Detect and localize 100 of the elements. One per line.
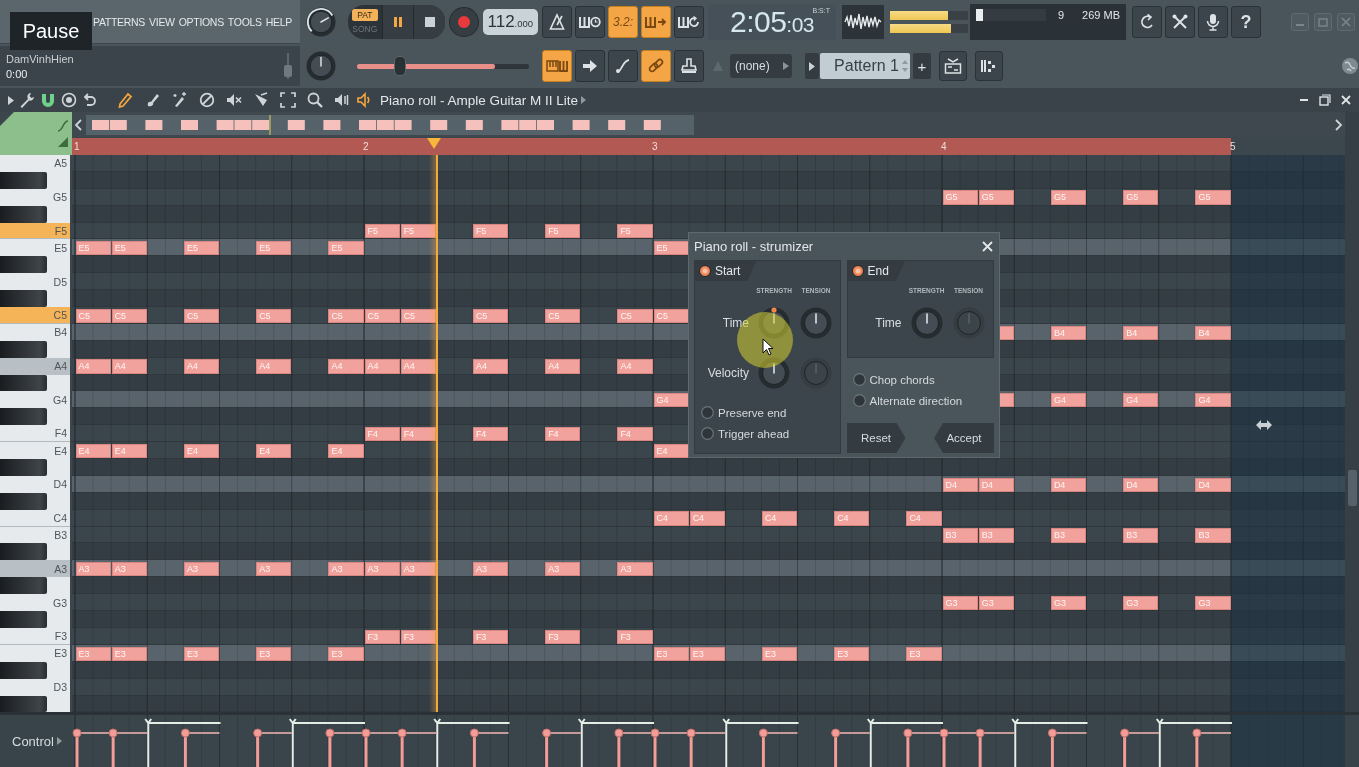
velocity-lane[interactable] [72, 715, 1345, 767]
piano-key[interactable]: D3 [0, 678, 70, 696]
piano-key[interactable]: B3 [0, 526, 70, 544]
hook-arrow-icon[interactable] [82, 92, 98, 108]
sharp-piano-key[interactable] [0, 543, 47, 561]
play-button[interactable] [381, 5, 414, 39]
option-toggle[interactable]: Alternate direction [852, 390, 963, 411]
select-frame-icon[interactable] [279, 91, 297, 109]
magnet-icon[interactable] [40, 92, 56, 108]
toolbar-button[interactable] [975, 51, 1003, 81]
toolbar-button[interactable] [542, 6, 572, 38]
restore-icon[interactable] [1319, 94, 1331, 106]
toolbar-button[interactable] [575, 6, 605, 38]
add-pattern-button[interactable]: + [913, 53, 931, 79]
bar-number: 3 [652, 141, 658, 152]
section-toggle[interactable]: End [847, 261, 905, 281]
menu-item[interactable]: VIEW [149, 15, 175, 28]
sharp-piano-key[interactable] [0, 171, 47, 189]
piano-key[interactable]: D5 [0, 273, 70, 291]
reset-button[interactable]: Reset [846, 423, 906, 453]
toolbar-button[interactable] [608, 50, 638, 82]
toolbar-button[interactable] [674, 50, 704, 82]
knob[interactable] [758, 357, 790, 389]
knob[interactable] [758, 307, 790, 339]
pitch-knob[interactable] [306, 51, 336, 81]
piano-key[interactable]: A3 [0, 560, 70, 578]
piano-roll-title: Piano roll - Ample Guitar M II Lite [380, 92, 579, 108]
caret-right-icon[interactable] [8, 95, 14, 105]
sharp-piano-key[interactable] [0, 661, 47, 679]
menu-item[interactable]: OPTIONS [178, 15, 224, 28]
piano-key[interactable]: E4 [0, 442, 70, 460]
piano-key[interactable]: G5 [0, 188, 70, 206]
volume-knob[interactable] [306, 7, 336, 37]
piano-key[interactable]: F5 [0, 222, 70, 240]
piano-key[interactable]: E5 [0, 239, 70, 257]
pencil-icon[interactable] [117, 91, 135, 109]
speaker-icon[interactable] [356, 92, 372, 108]
mini-note-overview[interactable] [86, 114, 694, 135]
toolbar-button[interactable] [1132, 6, 1162, 38]
channel-dropdown[interactable]: (none) [730, 54, 792, 78]
caret-right-icon[interactable] [56, 737, 62, 745]
accept-button[interactable]: Accept [934, 423, 994, 453]
pattern-menu-button[interactable] [805, 53, 819, 79]
toolbar-button[interactable]: 3.2: [608, 6, 638, 38]
sparkle-brush-icon[interactable] [171, 91, 189, 109]
slider-handle[interactable] [394, 55, 406, 76]
section-toggle[interactable]: Start [695, 261, 757, 281]
piano-key[interactable]: G4 [0, 391, 70, 409]
note: G4 [653, 393, 689, 408]
stop-button[interactable] [413, 5, 445, 39]
option-toggle[interactable]: Chop chords [852, 369, 935, 390]
piano-key[interactable]: G3 [0, 594, 70, 612]
piano-key[interactable]: E3 [0, 644, 70, 662]
help-button[interactable]: ? [1231, 6, 1261, 38]
piano-key[interactable]: D4 [0, 475, 70, 493]
piano-key[interactable]: C4 [0, 509, 70, 527]
control-lane-label[interactable]: Control [12, 733, 54, 749]
knob[interactable] [910, 307, 943, 339]
menu-item[interactable]: HELP [265, 15, 292, 28]
note: A3 [545, 562, 581, 577]
knob[interactable] [800, 307, 832, 339]
sharp-piano-key[interactable] [0, 256, 47, 274]
circle-target-icon[interactable] [61, 92, 77, 108]
record-icon [457, 16, 470, 28]
prohibited-icon[interactable] [198, 91, 216, 109]
sharp-piano-key[interactable] [0, 492, 47, 510]
note: A3 [328, 562, 364, 577]
sharp-piano-key[interactable] [0, 695, 47, 712]
toolbar-button[interactable] [1165, 6, 1195, 38]
menu-item[interactable]: TOOLS [227, 15, 262, 28]
pattern-field[interactable]: Pattern 1 [820, 53, 910, 79]
note: B3 [1123, 528, 1159, 543]
zoom-icon[interactable] [306, 91, 324, 109]
note: A3 [472, 562, 508, 577]
piano-key[interactable]: F4 [0, 425, 70, 443]
ramp-icon[interactable] [57, 135, 69, 148]
piano-key[interactable]: F3 [0, 627, 70, 645]
vertical-scrollbar[interactable] [1345, 112, 1359, 712]
sharp-piano-key[interactable] [0, 577, 47, 595]
menu-item[interactable]: PATTERNS [93, 15, 146, 28]
piano-key[interactable]: B4 [0, 323, 70, 341]
scrollbar-thumb[interactable] [1348, 470, 1357, 506]
option-toggle[interactable]: Trigger ahead [701, 423, 790, 444]
curve-icon[interactable] [57, 119, 69, 132]
toolbar-button[interactable] [575, 50, 605, 82]
mode-toggle[interactable]: PAT [351, 9, 378, 21]
note: F5 [400, 224, 436, 239]
toolbar-button[interactable] [939, 51, 967, 81]
sharp-piano-key[interactable] [0, 408, 47, 426]
sharp-piano-key[interactable] [0, 205, 47, 223]
toolbar-button[interactable] [674, 6, 704, 38]
sharp-piano-key[interactable] [0, 340, 47, 358]
caret-right-icon[interactable] [581, 96, 587, 104]
tempo-field[interactable]: 112.000 [482, 9, 538, 35]
toolbar-button[interactable] [1198, 6, 1228, 38]
piano-key[interactable]: A5 [0, 155, 70, 172]
piano-key[interactable]: A4 [0, 357, 70, 375]
wrench-icon[interactable] [19, 92, 35, 108]
piano-key[interactable]: C5 [0, 307, 70, 324]
option-toggle[interactable]: Preserve end [701, 402, 787, 423]
